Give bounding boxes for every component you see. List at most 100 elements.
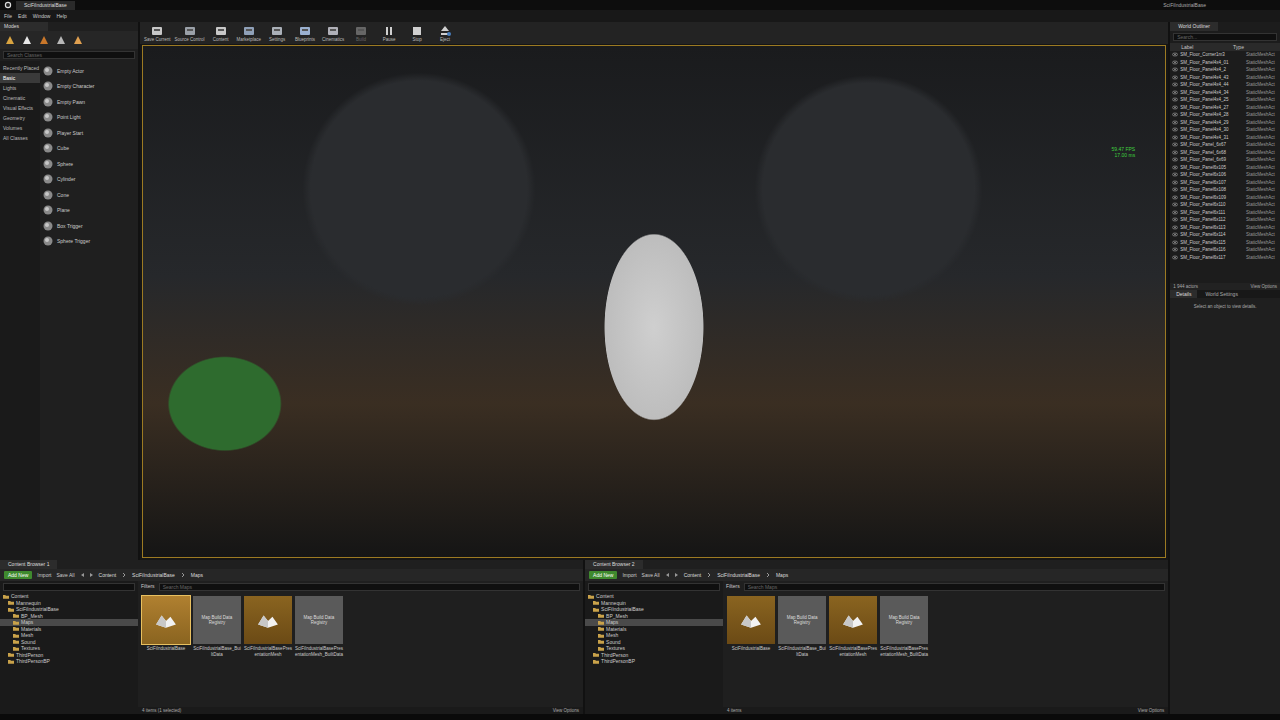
asset-tile[interactable]: Map Build Data Registry SciFiIndustrialB… bbox=[880, 596, 928, 657]
forward-icon[interactable] bbox=[88, 572, 94, 578]
placeable-item[interactable]: Empty Pawn bbox=[43, 94, 135, 110]
visibility-eye-icon[interactable] bbox=[1172, 120, 1178, 125]
placeable-item[interactable]: Cube bbox=[43, 141, 135, 157]
outliner-tab[interactable]: World Outliner bbox=[1170, 22, 1218, 31]
folder-search[interactable] bbox=[588, 583, 720, 591]
outliner-row[interactable]: SM_Floor_Panel6x115 StaticMeshAct bbox=[1170, 239, 1280, 247]
save-all-button[interactable]: Save All bbox=[56, 572, 74, 578]
visibility-eye-icon[interactable] bbox=[1172, 67, 1178, 72]
visibility-eye-icon[interactable] bbox=[1172, 172, 1178, 177]
content-browser-tab[interactable]: Content Browser 2 bbox=[585, 560, 642, 569]
category-item[interactable]: Recently Placed bbox=[0, 63, 40, 73]
view-options-button[interactable]: View Options bbox=[553, 708, 579, 713]
viewport[interactable]: 59.47 FPS17.00 ms bbox=[142, 45, 1166, 558]
visibility-eye-icon[interactable] bbox=[1172, 195, 1178, 200]
visibility-eye-icon[interactable] bbox=[1172, 52, 1178, 57]
category-item[interactable]: Basic bbox=[0, 73, 40, 83]
mode-tool-icon[interactable] bbox=[4, 34, 16, 46]
toolbar-button[interactable]: Pause bbox=[377, 25, 401, 42]
asset-tile[interactable]: Map Build Data Registry SciFiIndustrialB… bbox=[193, 596, 241, 657]
category-item[interactable]: Geometry bbox=[0, 113, 40, 123]
path-crumb[interactable]: Content bbox=[684, 572, 702, 578]
asset-search[interactable]: Search Maps bbox=[744, 583, 1165, 591]
visibility-eye-icon[interactable] bbox=[1172, 202, 1178, 207]
import-button[interactable]: Import bbox=[37, 572, 51, 578]
visibility-eye-icon[interactable] bbox=[1172, 210, 1178, 215]
folder-item[interactable]: Sound bbox=[585, 639, 723, 646]
visibility-eye-icon[interactable] bbox=[1172, 157, 1178, 162]
history-arrows[interactable] bbox=[80, 572, 94, 578]
filters-button[interactable]: Filters bbox=[141, 583, 155, 591]
save-all-button[interactable]: Save All bbox=[642, 572, 660, 578]
outliner-row[interactable]: SM_Floor_Panel4x4_30 StaticMeshAct bbox=[1170, 126, 1280, 134]
import-button[interactable]: Import bbox=[622, 572, 636, 578]
outliner-row[interactable]: SM_Floor_Panel6x106 StaticMeshAct bbox=[1170, 171, 1280, 179]
mode-tool-icon[interactable] bbox=[72, 34, 84, 46]
folder-item[interactable]: Materials bbox=[0, 626, 138, 633]
path-crumb[interactable]: Content bbox=[99, 572, 117, 578]
toolbar-button[interactable]: Build bbox=[349, 25, 373, 42]
toolbar-button[interactable]: Stop bbox=[405, 25, 429, 42]
outliner-search[interactable]: Search... bbox=[1173, 33, 1277, 41]
outliner-row[interactable]: SM_Floor_Panel4x4_2 StaticMeshAct bbox=[1170, 66, 1280, 74]
placeable-item[interactable]: Sphere bbox=[43, 156, 135, 172]
placeable-item[interactable]: Box Trigger bbox=[43, 218, 135, 234]
modes-tab[interactable]: Modes bbox=[0, 22, 48, 31]
visibility-eye-icon[interactable] bbox=[1172, 127, 1178, 132]
category-item[interactable]: Visual Effects bbox=[0, 103, 40, 113]
visibility-eye-icon[interactable] bbox=[1172, 90, 1178, 95]
outliner-row[interactable]: SM_Floor_Panel6x109 StaticMeshAct bbox=[1170, 194, 1280, 202]
outliner-row[interactable]: SM_Floor_Panel6x107 StaticMeshAct bbox=[1170, 179, 1280, 187]
outliner-row[interactable]: SM_Floor_Corner1m3 StaticMeshAct bbox=[1170, 51, 1280, 59]
category-item[interactable]: All Classes bbox=[0, 133, 40, 143]
outliner-row[interactable]: SM_Floor_Panel6x105 StaticMeshAct bbox=[1170, 164, 1280, 172]
menu-item[interactable]: Window bbox=[33, 13, 51, 19]
folder-search[interactable] bbox=[3, 583, 135, 591]
category-item[interactable]: Volumes bbox=[0, 123, 40, 133]
visibility-eye-icon[interactable] bbox=[1172, 112, 1178, 117]
placeable-item[interactable]: Cone bbox=[43, 187, 135, 203]
folder-item[interactable]: Content bbox=[585, 593, 723, 600]
back-icon[interactable] bbox=[80, 572, 86, 578]
visibility-eye-icon[interactable] bbox=[1172, 105, 1178, 110]
mode-tool-icon[interactable] bbox=[38, 34, 50, 46]
asset-tile[interactable]: Map Build Data Registry SciFiIndustrialB… bbox=[778, 596, 826, 657]
toolbar-button[interactable]: Cinematics bbox=[321, 25, 345, 42]
visibility-eye-icon[interactable] bbox=[1172, 217, 1178, 222]
outliner-row[interactable]: SM_Floor_Panel4x4_01 StaticMeshAct bbox=[1170, 59, 1280, 67]
folder-item[interactable]: ThirdPersonBP bbox=[0, 658, 138, 665]
history-arrows[interactable] bbox=[665, 572, 679, 578]
folder-item[interactable]: Maps bbox=[585, 619, 723, 626]
category-item[interactable]: Lights bbox=[0, 83, 40, 93]
toolbar-button[interactable]: Marketplace bbox=[237, 25, 262, 42]
outliner-row[interactable]: SM_Floor_Panel4x4_29 StaticMeshAct bbox=[1170, 119, 1280, 127]
folder-item[interactable]: SciFiIndustrialBase bbox=[585, 606, 723, 613]
outliner-row[interactable]: SM_Floor_Panel4x4_34 StaticMeshAct bbox=[1170, 89, 1280, 97]
path-crumb[interactable]: SciFiIndustrialBase bbox=[717, 572, 760, 578]
back-icon[interactable] bbox=[665, 572, 671, 578]
path-crumb[interactable]: Maps bbox=[191, 572, 203, 578]
folder-item[interactable]: Content bbox=[0, 593, 138, 600]
visibility-eye-icon[interactable] bbox=[1172, 180, 1178, 185]
content-browser-tab[interactable]: Content Browser 1 bbox=[0, 560, 57, 569]
outliner-row[interactable]: SM_Floor_Panel6x116 StaticMeshAct bbox=[1170, 246, 1280, 254]
class-search[interactable]: Search Classes bbox=[3, 51, 135, 59]
menu-item[interactable]: Help bbox=[56, 13, 66, 19]
asset-tile[interactable]: SciFiIndustrialBasePresentationMesh bbox=[829, 596, 877, 657]
outliner-row[interactable]: SM_Floor_Panel6x113 StaticMeshAct bbox=[1170, 224, 1280, 232]
toolbar-button[interactable]: Save Current bbox=[144, 25, 171, 42]
placeable-item[interactable]: Empty Actor bbox=[43, 63, 135, 79]
outliner-row[interactable]: SM_Floor_Panel6x117 StaticMeshAct bbox=[1170, 254, 1280, 262]
outliner-row[interactable]: SM_Floor_Panel4x4_27 StaticMeshAct bbox=[1170, 104, 1280, 112]
visibility-eye-icon[interactable] bbox=[1172, 60, 1178, 65]
visibility-eye-icon[interactable] bbox=[1172, 135, 1178, 140]
outliner-row[interactable]: SM_Floor_Panel4x4_43 StaticMeshAct bbox=[1170, 74, 1280, 82]
asset-tile[interactable]: SciFiIndustrialBasePresentationMesh bbox=[244, 596, 292, 657]
level-tab[interactable]: SciFiIndustrialBase bbox=[16, 1, 75, 10]
asset-tile[interactable]: SciFiIndustrialBase bbox=[727, 596, 775, 652]
folder-item[interactable]: ThirdPerson bbox=[585, 652, 723, 659]
view-options-button[interactable]: View Options bbox=[1251, 284, 1277, 289]
path-crumb[interactable]: SciFiIndustrialBase bbox=[132, 572, 175, 578]
folder-item[interactable]: Materials bbox=[585, 626, 723, 633]
visibility-eye-icon[interactable] bbox=[1172, 225, 1178, 230]
